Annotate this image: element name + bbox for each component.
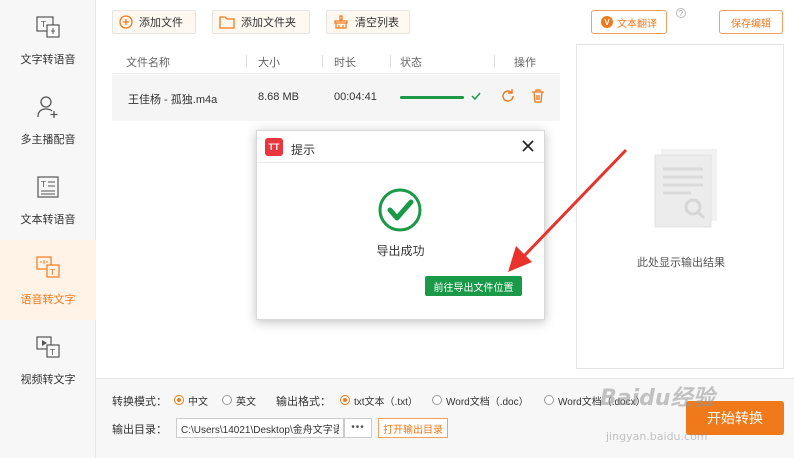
- format-label: 输出格式：: [276, 396, 331, 408]
- output-dir-input[interactable]: [176, 418, 344, 438]
- mode-radio-chinese[interactable]: [174, 395, 184, 405]
- browse-dir-button[interactable]: •••: [344, 418, 372, 438]
- translate-button[interactable]: V 文本翻译: [591, 10, 667, 34]
- column-header-actions: 操作: [514, 57, 536, 69]
- success-check-icon: [377, 187, 423, 233]
- app-logo-icon: TT: [265, 138, 283, 156]
- svg-text:T: T: [40, 180, 46, 189]
- speech-to-text-icon: T: [34, 253, 62, 281]
- sidebar-item-speech-to-text[interactable]: T 语音转文字: [0, 240, 96, 320]
- document-speech-icon: T: [34, 173, 62, 201]
- file-name: 王佳杨 - 孤独.m4a: [128, 94, 218, 106]
- output-preview-panel: 此处显示输出结果: [576, 44, 784, 369]
- dialog-header: TT 提示: [257, 131, 544, 163]
- add-folder-label: 添加文件夹: [241, 17, 296, 29]
- dialog-title: 提示: [291, 143, 316, 157]
- format-radio-docx[interactable]: [544, 395, 554, 405]
- format-option-doc: Word文档（.doc）: [446, 397, 529, 408]
- open-output-dir-button[interactable]: 打开输出目录: [378, 418, 448, 438]
- plus-circle-icon: [119, 15, 133, 29]
- text-to-speech-icon: T: [34, 13, 62, 41]
- watermark-url: jingyan.baidu.com: [606, 430, 708, 443]
- success-dialog: TT 提示 导出成功 前往导出文件位置: [256, 130, 545, 320]
- output-placeholder-text: 此处显示输出结果: [637, 257, 725, 269]
- svg-text:T: T: [49, 348, 55, 357]
- file-size: 8.68 MB: [258, 91, 299, 103]
- file-duration: 00:04:41: [334, 91, 377, 103]
- sidebar-item-multi-voice[interactable]: 多主播配音: [0, 80, 96, 160]
- table-row[interactable]: 王佳杨 - 孤独.m4a 8.68 MB 00:04:41: [112, 75, 560, 121]
- format-option-txt: txt文本（.txt）: [354, 397, 418, 408]
- sidebar-item-label: 多主播配音: [20, 134, 76, 146]
- sidebar-item-label: 文字转语音: [20, 54, 76, 66]
- delete-icon[interactable]: [530, 88, 546, 107]
- add-folder-button[interactable]: 添加文件夹: [212, 10, 310, 34]
- sidebar: T 文字转语音 多主播配音 T 文本转语音 T 语音转文字 T 视频转文字: [0, 0, 96, 458]
- add-file-button[interactable]: 添加文件: [112, 10, 196, 34]
- document-placeholder-icon: [651, 149, 721, 238]
- dialog-message: 导出成功: [376, 244, 425, 258]
- translate-badge-icon: V: [601, 16, 613, 28]
- folder-icon: [219, 15, 235, 29]
- toolbar: 添加文件 添加文件夹 清空列表 V 文本翻译 ? 保存编辑: [96, 0, 794, 44]
- video-to-text-icon: T: [34, 333, 62, 361]
- column-header-size: 大小: [258, 57, 280, 69]
- column-header-name: 文件名称: [126, 57, 170, 69]
- close-icon[interactable]: [519, 137, 537, 155]
- watermark-brand: Baidu经验: [600, 386, 715, 411]
- svg-text:T: T: [40, 20, 46, 29]
- progress-fill: [400, 96, 464, 99]
- svg-text:T: T: [49, 268, 55, 277]
- mode-label: 转换模式：: [112, 396, 167, 408]
- dir-label: 输出目录：: [112, 424, 167, 436]
- sidebar-item-document-to-speech[interactable]: T 文本转语音: [0, 160, 96, 240]
- broom-icon: [333, 15, 349, 29]
- format-radio-txt[interactable]: [340, 395, 350, 405]
- column-divider: [494, 55, 495, 67]
- column-divider: [390, 55, 391, 67]
- file-table-header: 文件名称 大小 时长 状态 操作: [112, 46, 560, 74]
- column-divider: [246, 55, 247, 67]
- column-header-status: 状态: [400, 57, 422, 69]
- sidebar-item-label: 语音转文字: [20, 294, 76, 306]
- mode-option-chinese: 中文: [188, 397, 208, 408]
- add-user-icon: [34, 93, 62, 121]
- sidebar-item-text-to-speech[interactable]: T 文字转语音: [0, 0, 96, 80]
- sidebar-item-label: 视频转文字: [20, 374, 76, 386]
- save-edit-button[interactable]: 保存编辑: [719, 10, 783, 34]
- format-radio-doc[interactable]: [432, 395, 442, 405]
- help-icon[interactable]: ?: [676, 8, 686, 18]
- refresh-icon[interactable]: [500, 88, 516, 107]
- clear-list-label: 清空列表: [355, 17, 399, 29]
- check-icon: [470, 90, 482, 105]
- mode-radio-english[interactable]: [222, 395, 232, 405]
- progress-bar: [400, 96, 464, 99]
- clear-list-button[interactable]: 清空列表: [326, 10, 410, 34]
- column-divider: [322, 55, 323, 67]
- mode-option-english: 英文: [236, 397, 256, 408]
- add-file-label: 添加文件: [139, 17, 183, 29]
- sidebar-item-video-to-text[interactable]: T 视频转文字: [0, 320, 96, 400]
- sidebar-item-label: 文本转语音: [20, 214, 76, 226]
- column-header-duration: 时长: [334, 57, 356, 69]
- go-to-export-location-button[interactable]: 前往导出文件位置: [425, 276, 522, 296]
- translate-label: 文本翻译: [617, 18, 657, 30]
